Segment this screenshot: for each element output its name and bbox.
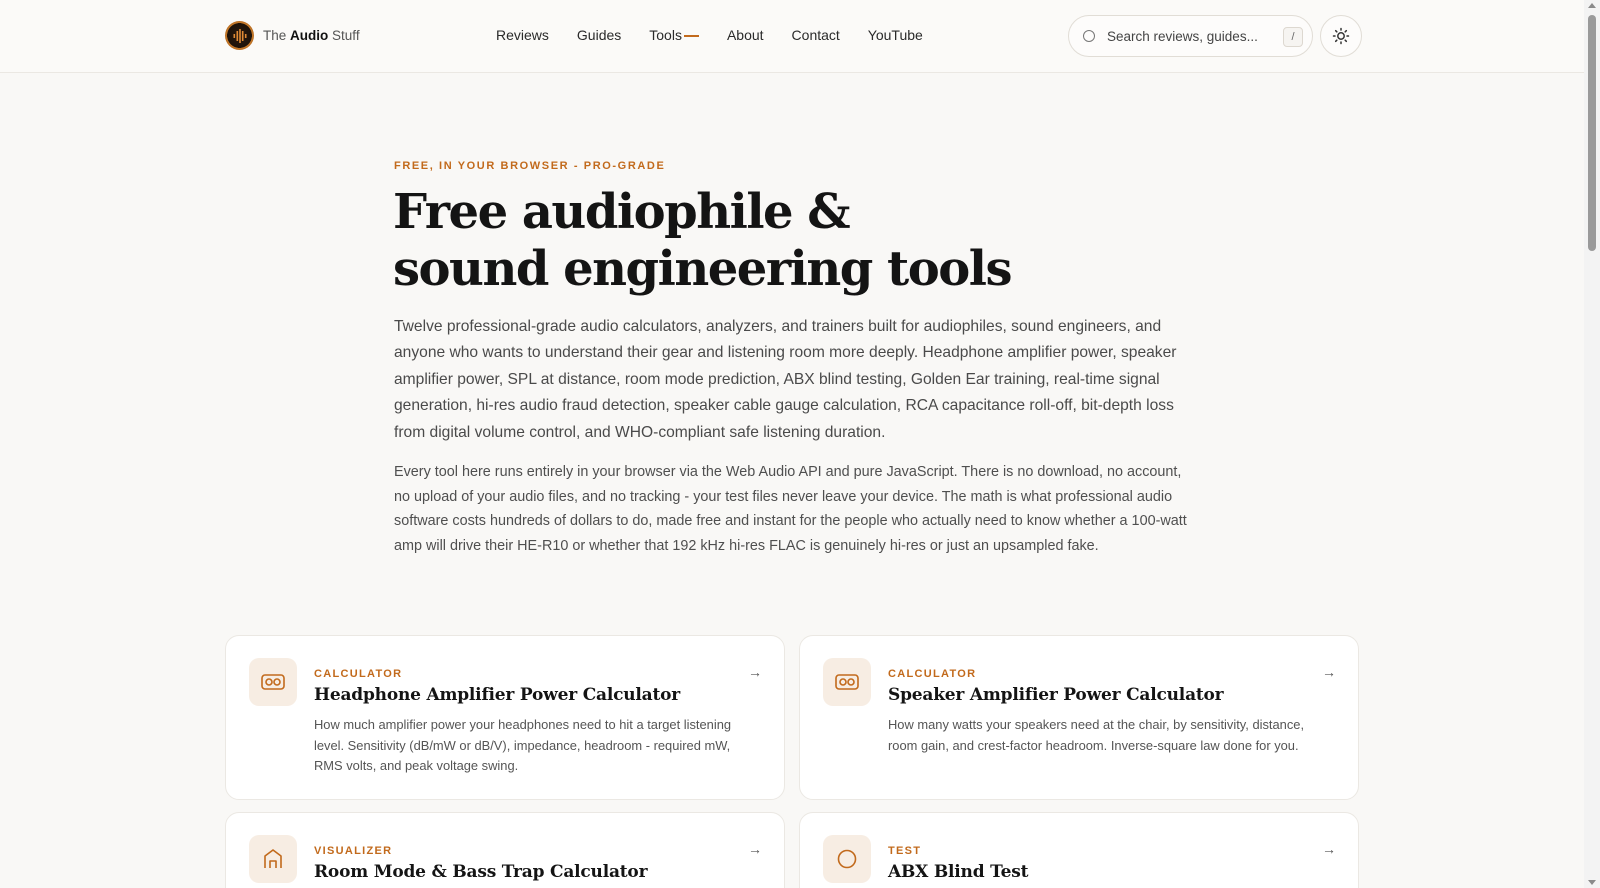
page-scrollbar[interactable]	[1584, 0, 1600, 888]
tool-card-abx-test[interactable]: TEST ABX Blind Test →	[799, 812, 1359, 888]
nav-tools-label: Tools	[649, 27, 682, 43]
card-title[interactable]: Speaker Amplifier Power Calculator	[888, 685, 1224, 705]
tool-card-speaker-amp[interactable]: CALCULATOR Speaker Amplifier Power Calcu…	[799, 635, 1359, 800]
search-icon	[1083, 30, 1095, 42]
arrow-right-icon[interactable]: →	[748, 841, 762, 857]
brand-bold: Audio	[290, 28, 329, 43]
site-header: The Audio Stuff Reviews Guides Tools Abo…	[0, 0, 1584, 73]
circle-icon	[823, 835, 871, 883]
search-shortcut-key: /	[1283, 27, 1303, 47]
card-category: TEST	[888, 845, 922, 857]
hero-eyebrow: FREE, IN YOUR BROWSER - PRO-GRADE	[394, 160, 666, 172]
active-indicator	[683, 34, 699, 37]
room-icon	[249, 835, 297, 883]
hero-sub-paragraph: Every tool here runs entirely in your br…	[394, 464, 1187, 554]
nav-youtube[interactable]: YouTube	[868, 27, 923, 43]
tool-card-room-mode[interactable]: VISUALIZER Room Mode & Bass Trap Calcula…	[225, 812, 785, 888]
search-input[interactable]	[1107, 28, 1277, 44]
arrow-right-icon[interactable]: →	[1322, 841, 1336, 857]
site-logo[interactable]: The Audio Stuff	[225, 21, 360, 50]
scroll-up-arrow-icon[interactable]	[1588, 3, 1596, 8]
arrow-right-icon[interactable]: →	[1322, 664, 1336, 680]
page-title: Free audiophile & sound engineering tool…	[393, 184, 1093, 298]
brand-suffix: Stuff	[332, 28, 360, 43]
sun-icon	[1332, 27, 1350, 45]
card-category: CALCULATOR	[888, 668, 977, 680]
search-box[interactable]: /	[1068, 15, 1313, 57]
nav-contact[interactable]: Contact	[792, 27, 840, 43]
nav-reviews[interactable]: Reviews	[496, 27, 549, 43]
scroll-down-arrow-icon[interactable]	[1588, 880, 1596, 885]
nav-tools[interactable]: Tools	[649, 27, 699, 43]
card-title[interactable]: Room Mode & Bass Trap Calculator	[314, 862, 648, 882]
main-nav: Reviews Guides Tools About Contact YouTu…	[496, 27, 951, 43]
amplifier-icon	[249, 658, 297, 706]
card-description: How much amplifier power your headphones…	[314, 717, 732, 774]
page-title-line-1: Free audiophile &	[393, 184, 851, 240]
nav-about[interactable]: About	[727, 27, 764, 43]
card-description: How many watts your speakers need at the…	[888, 717, 1305, 753]
page-title-line-2: sound engineering tools	[393, 241, 1012, 297]
card-category: VISUALIZER	[314, 845, 393, 857]
waveform-logo-icon	[225, 21, 254, 50]
brand-prefix: The	[263, 28, 287, 43]
card-title[interactable]: Headphone Amplifier Power Calculator	[314, 685, 680, 705]
amplifier-icon	[823, 658, 871, 706]
nav-guides[interactable]: Guides	[577, 27, 621, 43]
theme-toggle-button[interactable]	[1320, 15, 1362, 57]
brand-name: The Audio Stuff	[263, 28, 360, 43]
hero-lead-paragraph: Twelve professional-grade audio calculat…	[394, 318, 1177, 441]
scrollbar-thumb[interactable]	[1588, 15, 1596, 251]
arrow-right-icon[interactable]: →	[748, 664, 762, 680]
tool-card-headphone-amp[interactable]: CALCULATOR Headphone Amplifier Power Cal…	[225, 635, 785, 800]
card-category: CALCULATOR	[314, 668, 403, 680]
card-title[interactable]: ABX Blind Test	[888, 862, 1028, 882]
